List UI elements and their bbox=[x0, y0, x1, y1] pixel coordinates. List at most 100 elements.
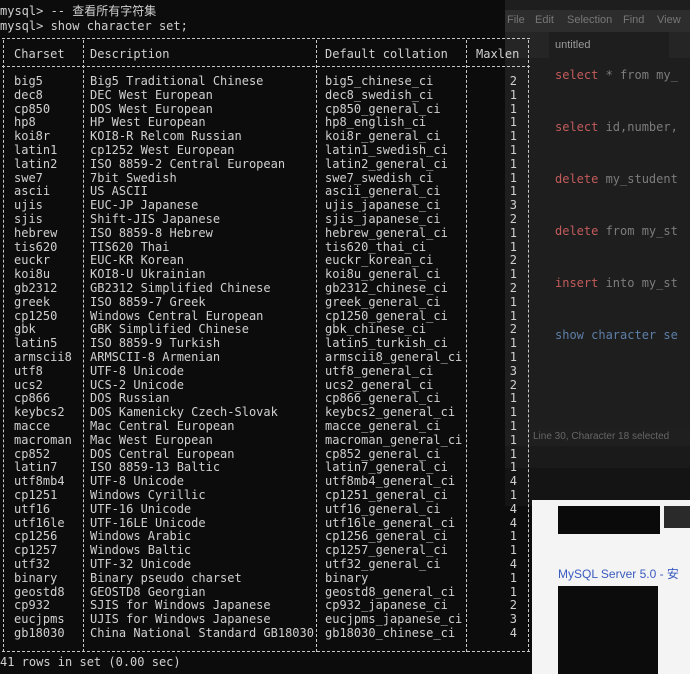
cell-default-collation: latin5_turkish_ci bbox=[325, 336, 448, 351]
cell-default-collation: latin7_general_ci bbox=[325, 460, 448, 475]
cell-charset: ucs2 bbox=[14, 377, 43, 392]
table-border-bottom bbox=[2, 651, 530, 654]
cell-charset: cp1251 bbox=[14, 488, 58, 502]
cell-maxlen: 1 bbox=[509, 446, 517, 461]
cell-description: UTF-8 Unicode bbox=[90, 363, 184, 378]
cell-charset: sjis bbox=[14, 212, 43, 226]
cell-maxlen: 1 bbox=[509, 87, 517, 102]
cell-default-collation: gbk_chinese_ci bbox=[325, 322, 427, 337]
cell-charset: utf8 bbox=[14, 363, 43, 378]
cell-maxlen: 1 bbox=[509, 529, 517, 544]
cell-default-collation: cp850_general_ci bbox=[325, 101, 441, 116]
cell-description: ISO 8859-9 Turkish bbox=[90, 336, 221, 351]
cell-default-collation: macroman_general_ci bbox=[325, 432, 463, 447]
cell-charset: greek bbox=[14, 294, 51, 309]
cell-description: Windows Cyrillic bbox=[90, 488, 206, 502]
cell-maxlen: 1 bbox=[509, 294, 517, 309]
cell-charset: dec8 bbox=[14, 87, 43, 102]
cell-maxlen: 2 bbox=[509, 253, 517, 268]
cell-default-collation: swe7_swedish_ci bbox=[325, 170, 434, 185]
cell-default-collation: koi8r_general_ci bbox=[325, 129, 441, 144]
cell-maxlen: 1 bbox=[509, 129, 517, 144]
cell-maxlen: 4 bbox=[509, 515, 517, 530]
cell-description: DOS Kamenicky Czech-Slovak bbox=[90, 405, 278, 420]
cell-description: Mac Central European bbox=[90, 419, 235, 433]
cell-maxlen: 4 bbox=[509, 474, 517, 489]
cell-maxlen: 1 bbox=[509, 143, 517, 157]
cell-maxlen: 2 bbox=[509, 212, 517, 226]
cell-description: ISO 8859-7 Greek bbox=[90, 294, 206, 309]
cell-maxlen: 1 bbox=[509, 405, 517, 420]
cell-default-collation: cp932_japanese_ci bbox=[325, 598, 448, 613]
cell-charset: utf8mb4 bbox=[14, 474, 65, 489]
cell-description: EUC-JP Japanese bbox=[90, 198, 199, 213]
cell-charset: euckr bbox=[14, 253, 51, 268]
cell-description: UCS-2 Unicode bbox=[90, 377, 184, 392]
table-border-header bbox=[2, 66, 530, 69]
cell-default-collation: utf16le_general_ci bbox=[325, 515, 456, 530]
cell-charset: ascii bbox=[14, 184, 51, 199]
cell-default-collation: latin1_swedish_ci bbox=[325, 143, 448, 157]
cell-description: ISO 8859-13 Baltic bbox=[90, 460, 221, 475]
cell-description: US ASCII bbox=[90, 184, 148, 199]
cell-default-collation: hp8_english_ci bbox=[325, 115, 427, 130]
cell-maxlen: 2 bbox=[509, 377, 517, 392]
cell-description: UTF-16 Unicode bbox=[90, 501, 192, 516]
cell-maxlen: 3 bbox=[509, 612, 517, 627]
cell-description: Mac West European bbox=[90, 432, 213, 447]
cell-maxlen: 3 bbox=[509, 198, 517, 213]
cell-charset: eucjpms bbox=[14, 612, 65, 627]
cell-charset: cp932 bbox=[14, 598, 51, 613]
cell-description: Windows Arabic bbox=[90, 529, 192, 544]
cell-description: DOS Russian bbox=[90, 391, 170, 406]
cell-default-collation: utf8_general_ci bbox=[325, 363, 434, 378]
cell-description: DEC West European bbox=[90, 87, 213, 102]
cell-default-collation: greek_general_ci bbox=[325, 294, 441, 309]
cell-charset: utf16 bbox=[14, 501, 51, 516]
cell-charset: cp1257 bbox=[14, 543, 58, 558]
cell-description: UTF-8 Unicode bbox=[90, 474, 184, 489]
cell-default-collation: dec8_swedish_ci bbox=[325, 87, 434, 102]
cell-default-collation: utf16_general_ci bbox=[325, 501, 441, 516]
cell-maxlen: 1 bbox=[509, 391, 517, 406]
cell-description: Binary pseudo charset bbox=[90, 570, 242, 585]
cell-default-collation: sjis_japanese_ci bbox=[325, 212, 441, 226]
terminal-window[interactable]: mysql> -- 查看所有字符集 mysql> show character … bbox=[0, 0, 690, 674]
cell-default-collation: cp1256_general_ci bbox=[325, 529, 448, 544]
cell-charset: latin7 bbox=[14, 460, 58, 475]
cell-charset: latin5 bbox=[14, 336, 58, 351]
cell-charset: armscii8 bbox=[14, 350, 72, 364]
cell-charset: cp850 bbox=[14, 101, 51, 116]
cell-default-collation: cp852_general_ci bbox=[325, 446, 441, 461]
cell-description: DOS Central European bbox=[90, 446, 235, 461]
cell-maxlen: 1 bbox=[509, 184, 517, 199]
cell-maxlen: 1 bbox=[509, 570, 517, 585]
cell-charset: cp1256 bbox=[14, 529, 58, 544]
cell-maxlen: 1 bbox=[509, 460, 517, 475]
cell-default-collation: hebrew_general_ci bbox=[325, 225, 448, 240]
cell-charset: cp852 bbox=[14, 446, 51, 461]
prompt-command-line: mysql> show character set; bbox=[0, 19, 188, 33]
cell-maxlen: 1 bbox=[509, 225, 517, 240]
cell-charset: gbk bbox=[14, 322, 36, 337]
cell-maxlen: 1 bbox=[509, 115, 517, 130]
table-divider bbox=[3, 40, 4, 652]
cell-description: ISO 8859-2 Central European bbox=[90, 156, 286, 171]
cell-default-collation: cp866_general_ci bbox=[325, 391, 441, 406]
cell-maxlen: 2 bbox=[509, 322, 517, 337]
cell-maxlen: 1 bbox=[509, 156, 517, 171]
cell-description: GEOSTD8 Georgian bbox=[90, 584, 206, 599]
cell-charset: big5 bbox=[14, 74, 43, 88]
table-border-top bbox=[2, 38, 530, 41]
cell-maxlen: 4 bbox=[509, 557, 517, 571]
prompt-comment-line: mysql> -- 查看所有字符集 bbox=[0, 4, 157, 18]
cell-description: ISO 8859-8 Hebrew bbox=[90, 225, 213, 240]
cell-default-collation: big5_chinese_ci bbox=[325, 74, 434, 88]
cell-charset: hebrew bbox=[14, 225, 58, 240]
cell-maxlen: 2 bbox=[509, 74, 517, 88]
cell-maxlen: 4 bbox=[509, 501, 517, 516]
table-divider bbox=[528, 40, 529, 652]
cell-description: TIS620 Thai bbox=[90, 239, 170, 254]
cell-charset: koi8r bbox=[14, 129, 51, 144]
table-divider bbox=[466, 40, 467, 652]
